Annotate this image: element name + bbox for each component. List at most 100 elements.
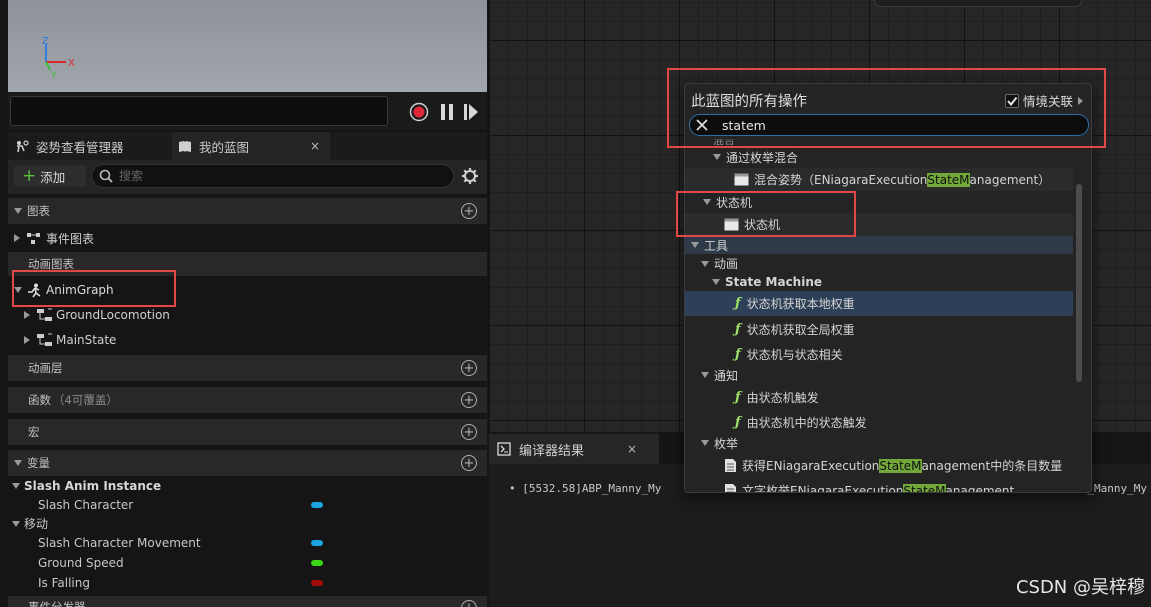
action-state-relevant[interactable]: ƒ 状态机与状态相关 xyxy=(685,342,1073,367)
collapse-icon xyxy=(701,260,709,267)
section-graphs[interactable]: 图表 + xyxy=(8,198,487,224)
category-blend-by-enum[interactable]: 通过枚举混合 xyxy=(685,147,1073,167)
ground-locomotion-item[interactable]: GroundLocomotion xyxy=(8,303,487,327)
variable-is-falling-label: Is Falling xyxy=(38,575,90,590)
collapse-icon xyxy=(12,520,20,527)
section-anim-layers[interactable]: 动画层 + xyxy=(8,355,487,381)
action-triggered-by-state[interactable]: ƒ 由状态机中的状态触发 xyxy=(685,410,1073,435)
left-tab-bar: 姿势查看管理器 我的蓝图 × xyxy=(8,132,487,160)
tab-pose-watch-manager[interactable]: 姿势查看管理器 xyxy=(14,132,174,160)
action-enum-literal[interactable]: 文字枚举ENiagaraExecution StateM anagement xyxy=(685,478,1073,492)
expand-icon xyxy=(24,311,30,319)
book-icon xyxy=(178,140,192,153)
section-graphs-label: 图表 xyxy=(27,204,50,218)
bool-type-pill xyxy=(311,580,323,586)
add-graph-icon[interactable]: + xyxy=(461,203,477,219)
variable-ground-speed[interactable]: Ground Speed xyxy=(8,553,487,572)
function-icon: ƒ xyxy=(735,415,741,430)
add-variable-icon[interactable]: + xyxy=(461,455,477,471)
variable-slash-character[interactable]: Slash Character xyxy=(8,495,487,514)
blueprint-search[interactable] xyxy=(91,164,454,188)
graph-node-edge[interactable] xyxy=(874,0,1082,7)
variable-is-falling[interactable]: Is Falling xyxy=(8,573,487,592)
action-get-local-weight[interactable]: ƒ 状态机获取本地权重 xyxy=(685,291,1073,316)
category-state-machine[interactable]: 状态机 xyxy=(685,192,1073,212)
collapse-icon xyxy=(14,208,22,214)
variable-slash-character-movement-label: Slash Character Movement xyxy=(38,535,201,550)
section-variables-label: 变量 xyxy=(27,456,50,470)
tab-compiler-results[interactable]: 编译器结果 × xyxy=(489,434,659,464)
section-event-dispatchers[interactable]: 事件分发器 + xyxy=(8,596,487,607)
pause-button[interactable] xyxy=(436,101,458,123)
clear-search-icon[interactable] xyxy=(696,119,708,131)
section-event-dispatchers-label: 事件分发器 xyxy=(28,600,86,607)
context-sensitive-toggle[interactable]: 情境关联 xyxy=(1004,91,1085,110)
axis-z-label: Z xyxy=(42,36,49,47)
collapse-icon xyxy=(691,242,699,248)
pose-watch-icon xyxy=(14,139,29,154)
function-icon: ƒ xyxy=(735,296,741,311)
section-anim-graphs[interactable]: 动画图表 xyxy=(8,252,487,276)
search-input[interactable] xyxy=(119,169,419,183)
action-get-global-weight-label: 状态机获取全局权重 xyxy=(746,323,855,337)
section-variables[interactable]: 变量 + xyxy=(8,450,487,476)
action-triggered-by-sm-label: 由状态机触发 xyxy=(746,391,819,405)
axis-x-label: X xyxy=(68,58,75,69)
action-blend-pose-text-b: anagement） xyxy=(969,173,1051,187)
action-state-machine[interactable]: 状态机 xyxy=(685,213,1073,236)
variable-slash-character-movement[interactable]: Slash Character Movement xyxy=(8,533,487,552)
category-animation[interactable]: 动画 xyxy=(685,254,1073,273)
axis-gizmo-icon: Z X Y xyxy=(42,36,75,81)
category-animation-label: 动画 xyxy=(714,257,739,271)
collapse-icon xyxy=(713,154,721,160)
plus-icon: + xyxy=(22,165,37,186)
category-blend[interactable]: 混合 xyxy=(685,139,1073,147)
functions-override-note: （4可覆盖） xyxy=(53,393,118,407)
event-graph-icon xyxy=(27,233,40,244)
collapse-icon xyxy=(712,279,720,285)
category-slash-anim-instance[interactable]: Slash Anim Instance xyxy=(8,477,487,495)
category-notify-label: 通知 xyxy=(714,368,739,383)
section-macros[interactable]: 宏 + xyxy=(8,419,487,445)
action-get-global-weight[interactable]: ƒ 状态机获取全局权重 xyxy=(685,317,1073,342)
section-functions[interactable]: 函数 （4可覆盖） + xyxy=(8,387,487,413)
state-machine-icon xyxy=(37,333,52,346)
category-slash-anim-instance-label: Slash Anim Instance xyxy=(24,479,162,493)
gear-icon[interactable] xyxy=(461,167,479,185)
checkmark-icon xyxy=(1007,96,1018,106)
preview-viewport[interactable]: Z X Y xyxy=(8,0,487,92)
search-highlight: StateM xyxy=(927,172,970,187)
anim-graph-item[interactable]: AnimGraph xyxy=(8,278,487,302)
category-tools[interactable]: 工具 xyxy=(685,236,1073,254)
tab-my-blueprint[interactable]: 我的蓝图 × xyxy=(172,132,330,160)
action-triggered-by-sm[interactable]: ƒ 由状态机触发 xyxy=(685,385,1073,410)
search-highlight: StateM xyxy=(903,483,946,492)
tab-my-blueprint-label: 我的蓝图 xyxy=(199,139,250,155)
step-forward-button[interactable] xyxy=(460,101,482,123)
add-button[interactable]: + 添加 xyxy=(14,165,86,187)
category-notify[interactable]: 通知 xyxy=(685,365,1073,385)
my-blueprint-toolbar: + 添加 xyxy=(8,160,487,194)
action-enum-entry-count[interactable]: 获得ENiagaraExecution StateM anagement中的条目数量 xyxy=(685,453,1073,478)
close-icon[interactable]: × xyxy=(310,139,320,153)
action-search[interactable] xyxy=(689,114,1089,136)
event-graph-label: 事件图表 xyxy=(46,231,95,246)
category-movement[interactable]: 移动 xyxy=(8,514,487,533)
menu-scrollbar[interactable] xyxy=(1076,184,1082,382)
checkbox[interactable] xyxy=(1004,93,1019,108)
add-function-icon[interactable]: + xyxy=(461,392,477,408)
add-dispatcher-icon[interactable]: + xyxy=(461,600,477,607)
action-search-input[interactable] xyxy=(722,117,1062,133)
record-button[interactable] xyxy=(408,101,430,123)
category-state-machine-en[interactable]: State Machine xyxy=(685,273,1073,291)
close-icon[interactable]: × xyxy=(627,442,637,456)
main-state-item[interactable]: MainState xyxy=(8,328,487,352)
action-enum-entry-count-text-b: anagement中的条目数量 xyxy=(921,459,1063,473)
event-graph-item[interactable]: 事件图表 xyxy=(8,226,487,250)
action-blend-pose[interactable]: 混合姿势（ENiagaraExecution StateM anagement） xyxy=(685,168,1073,191)
category-enum[interactable]: 枚举 xyxy=(685,433,1073,453)
add-macro-icon[interactable]: + xyxy=(461,424,477,440)
timeline-track[interactable] xyxy=(10,96,388,126)
collapse-icon xyxy=(701,440,709,446)
add-anim-layer-icon[interactable]: + xyxy=(461,360,477,376)
